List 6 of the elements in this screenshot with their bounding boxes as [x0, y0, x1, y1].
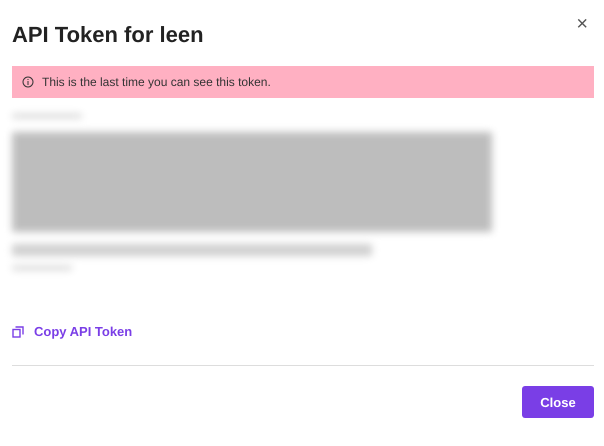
copy-icon [12, 326, 24, 338]
dialog-title: API Token for leen [12, 22, 204, 48]
copy-link[interactable]: Copy API Token [12, 324, 132, 339]
info-icon [22, 76, 34, 88]
alert-message: This is the last time you can see this token. [42, 75, 271, 89]
close-button[interactable]: Close [522, 386, 594, 418]
